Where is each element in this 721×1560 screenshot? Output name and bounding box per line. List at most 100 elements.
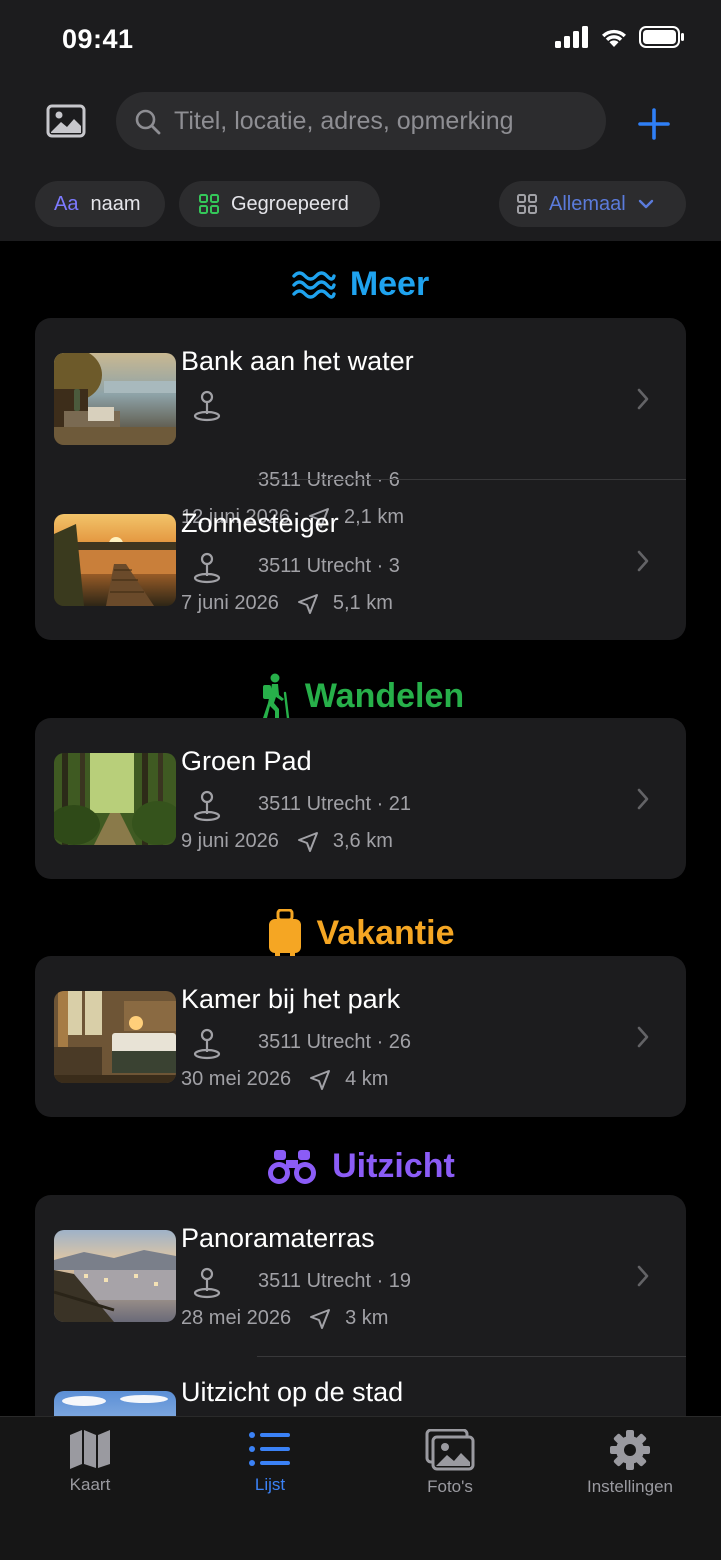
hiker-icon: [262, 673, 290, 719]
place-address: 3511 Utrecht · 19: [258, 1270, 412, 1292]
place-date: 9 juni 2026: [181, 830, 279, 852]
tab-lijst[interactable]: Lijst: [180, 1417, 360, 1517]
navigation-arrow-icon: [297, 593, 318, 614]
photo-library-button[interactable]: [46, 104, 86, 138]
list-item[interactable]: Bank aan het water 3511 Utrecht · 6 12 j…: [35, 318, 686, 528]
status-bar: 09:41: [0, 0, 721, 80]
place-thumbnail: [54, 1391, 176, 1416]
place-date: 30 mei 2026: [181, 1068, 292, 1090]
place-meta: 30 mei 2026 4 km: [181, 1068, 388, 1091]
list-item[interactable]: Zonnesteiger 3511 Utrecht · 3 7 juni 202…: [35, 480, 686, 641]
place-distance: 5,1 km: [332, 592, 393, 614]
map-icon: [70, 1430, 110, 1469]
photos-icon: [425, 1429, 475, 1471]
tab-bar: Kaart Lijst Foto's Instellingen: [0, 1416, 721, 1560]
place-title: Groen Pad: [181, 746, 312, 776]
tab-label: Kaart: [69, 1475, 111, 1494]
grid-icon: [517, 194, 537, 214]
sort-by-name-chip[interactable]: Aa naam: [35, 181, 165, 227]
section-card-uitzicht: Panoramaterras 3511 Utrecht · 19 28 mei …: [35, 1195, 686, 1416]
place-distance: 3 km: [345, 1307, 389, 1329]
location-pin-icon: [193, 790, 221, 822]
filter-chip-label: Allemaal: [549, 192, 626, 215]
section-title: Vakantie: [316, 913, 455, 952]
list-item[interactable]: Panoramaterras 3511 Utrecht · 19 28 mei …: [35, 1195, 686, 1356]
location-pin-icon: [193, 552, 221, 584]
search-row: [0, 92, 721, 152]
place-thumbnail: [54, 1230, 176, 1322]
place-meta: 9 juni 2026 3,6 km: [181, 830, 393, 853]
place-meta: 28 mei 2026 3 km: [181, 1307, 388, 1330]
place-address: 3511 Utrecht · 26: [258, 1031, 412, 1053]
list-item[interactable]: Groen Pad 3511 Utrecht · 21 9 juni 2026 …: [35, 718, 686, 879]
section-card-meer: Bank aan het water 3511 Utrecht · 6 12 j…: [35, 318, 686, 640]
water-waves-icon: [292, 270, 336, 299]
tab-label: Foto's: [427, 1477, 473, 1496]
status-time: 09:41: [62, 24, 134, 54]
search-bar[interactable]: [116, 92, 606, 150]
suitcase-icon: [268, 909, 301, 956]
list-item[interactable]: Uitzicht op de stad: [35, 1357, 686, 1416]
cellular-signal-icon: [555, 26, 588, 48]
location-pin-icon: [193, 390, 221, 422]
chevron-right-icon: [637, 1026, 649, 1048]
section-header-wandelen: Wandelen: [0, 673, 721, 719]
photo-icon: [46, 104, 86, 138]
navigation-arrow-icon: [310, 1308, 331, 1329]
place-date: 7 juni 2026: [181, 592, 279, 614]
place-title: Bank aan het water: [181, 346, 414, 376]
filter-chips: Aa naam Gegroepeerd Allemaal: [0, 181, 721, 227]
section-title: Wandelen: [304, 676, 465, 715]
binoculars-icon: [268, 1149, 317, 1184]
place-thumbnail: [54, 514, 176, 606]
tab-kaart[interactable]: Kaart: [0, 1417, 180, 1517]
text-format-icon: Aa: [54, 192, 79, 215]
chevron-right-icon: [637, 550, 649, 572]
section-title: Meer: [349, 265, 430, 303]
plus-icon: [638, 108, 670, 140]
places-list[interactable]: Meer Bank aan het water 3511 Utrecht · 6…: [0, 241, 721, 1416]
list-icon: [249, 1432, 290, 1466]
place-title: Kamer bij het park: [181, 984, 401, 1014]
place-address: 3511 Utrecht · 3: [258, 555, 400, 577]
place-thumbnail: [54, 753, 176, 845]
chevron-down-icon: [638, 199, 653, 209]
tab-instellingen[interactable]: Instellingen: [540, 1417, 720, 1517]
section-header-vakantie: Vakantie: [0, 909, 721, 957]
header: 09:41 Titel, locatie, adres, opmerking A…: [0, 0, 721, 241]
section-title: Uitzicht: [332, 1147, 455, 1185]
add-button[interactable]: [636, 106, 672, 142]
grid-icon: [199, 194, 219, 214]
list-item[interactable]: Kamer bij het park 3511 Utrecht · 26 30 …: [35, 956, 686, 1117]
chevron-right-icon: [637, 388, 649, 410]
location-pin-icon: [193, 1267, 221, 1299]
tab-label: Lijst: [254, 1475, 286, 1494]
place-title: Panoramaterras: [181, 1223, 375, 1253]
tab-label: Instellingen: [586, 1477, 673, 1496]
place-title: Zonnesteiger: [181, 508, 339, 538]
section-header-meer: Meer: [0, 265, 721, 304]
place-distance: 4 km: [345, 1068, 389, 1090]
place-date: 28 mei 2026: [181, 1307, 292, 1329]
sort-chip-label: naam: [90, 192, 141, 215]
chevron-right-icon: [637, 1265, 649, 1287]
search-input[interactable]: [174, 92, 594, 150]
navigation-arrow-icon: [310, 1069, 331, 1090]
search-icon: [135, 109, 161, 135]
place-title: Uitzicht op de stad: [181, 1377, 404, 1407]
location-pin-icon: [193, 1028, 221, 1060]
filter-all-dropdown[interactable]: Allemaal: [499, 181, 686, 227]
navigation-arrow-icon: [297, 831, 318, 852]
place-thumbnail: [54, 353, 176, 445]
section-header-uitzicht: Uitzicht: [0, 1147, 721, 1186]
battery-icon: [639, 26, 684, 48]
place-distance: 3,6 km: [332, 830, 393, 852]
grouped-chip[interactable]: Gegroepeerd: [179, 181, 380, 227]
place-address: 3511 Utrecht · 21: [258, 793, 412, 815]
tab-fotos[interactable]: Foto's: [360, 1417, 540, 1517]
chevron-right-icon: [637, 788, 649, 810]
status-icons: [555, 26, 685, 48]
gear-icon: [610, 1430, 650, 1470]
section-card-wandelen: Groen Pad 3511 Utrecht · 21 9 juni 2026 …: [35, 718, 686, 879]
section-card-vakantie: Kamer bij het park 3511 Utrecht · 26 30 …: [35, 956, 686, 1117]
